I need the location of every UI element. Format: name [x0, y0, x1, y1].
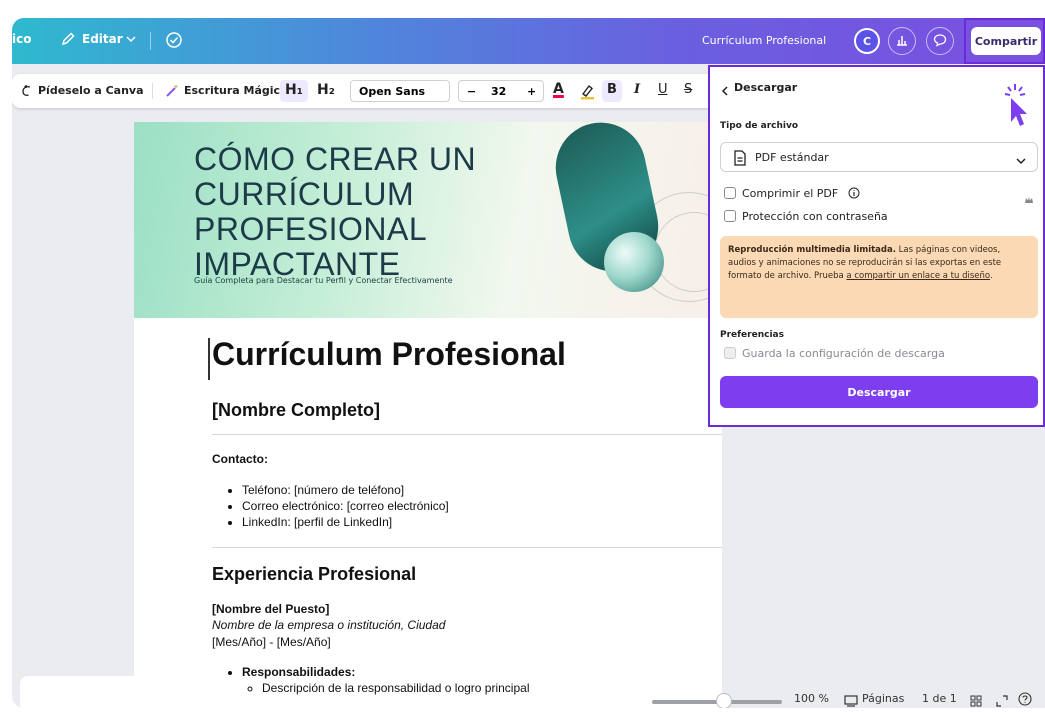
pages-icon	[844, 692, 858, 708]
experience-heading[interactable]: Experiencia Profesional	[212, 564, 416, 585]
underline-button[interactable]: U	[658, 82, 668, 97]
avatar[interactable]: C	[854, 28, 880, 54]
document-page[interactable]: CÓMO CREAR UN CURRÍCULUM PROFESIONAL IMP…	[134, 122, 722, 708]
click-cursor-icon	[1000, 82, 1030, 134]
chevron-down-icon[interactable]	[125, 31, 137, 51]
text-color-button[interactable]: A	[553, 81, 564, 97]
document-title[interactable]: Currículum Profesional	[702, 34, 826, 47]
magic-write-button[interactable]: Escritura Mágica	[184, 84, 288, 97]
grid-view-icon[interactable]	[970, 692, 982, 708]
list-item[interactable]: LinkedIn: [perfil de LinkedIn]	[242, 514, 449, 530]
divider	[150, 32, 151, 50]
share-button[interactable]: Compartir	[971, 27, 1041, 55]
job-title[interactable]: [Nombre del Puesto]	[212, 602, 329, 616]
font-select[interactable]: Open Sans	[350, 80, 450, 102]
header-banner: CÓMO CREAR UN CURRÍCULUM PROFESIONAL IMP…	[134, 122, 722, 318]
list-item[interactable]: Correo electrónico: [correo electrónico]	[242, 498, 449, 514]
decrease-size-button[interactable]: −	[467, 85, 476, 98]
password-checkbox[interactable]	[724, 210, 736, 222]
divider	[212, 434, 722, 435]
text-toolbar: Pídeselo a Canva Escritura Mágica H₁ H₂ …	[12, 74, 722, 108]
pages-button[interactable]: Páginas	[862, 692, 904, 705]
chevron-left-icon[interactable]	[720, 82, 730, 101]
save-settings-checkbox	[724, 347, 736, 359]
banner-subtitle[interactable]: Guía Completa para Destacar tu Perfil y …	[194, 276, 454, 286]
heading-1-button[interactable]: H₁	[280, 80, 308, 102]
canva-assistant-icon	[20, 83, 34, 102]
heading-2-button[interactable]: H₂	[312, 80, 340, 102]
download-panel: Descargar Tipo de archivo PDF estándar C…	[708, 65, 1045, 427]
responsibilities-list: Responsabilidades: Descripción de la res…	[230, 664, 530, 696]
font-size-value[interactable]: 32	[491, 85, 506, 98]
font-size-stepper[interactable]: − 32 +	[458, 80, 544, 102]
file-type-select[interactable]: PDF estándar	[720, 142, 1038, 172]
document-icon	[733, 150, 747, 170]
screen: ico Editar Currículum Profesional C Comp…	[0, 0, 1045, 718]
divider	[212, 547, 722, 548]
panel-title[interactable]: Descargar	[734, 81, 797, 94]
preferences-label: Preferencias	[720, 330, 784, 340]
pencil-icon	[60, 31, 76, 51]
comments-button[interactable]	[926, 27, 954, 55]
zoom-level[interactable]: 100 %	[794, 692, 829, 705]
page-counter: 1 de 1	[922, 692, 957, 705]
fullscreen-icon[interactable]	[996, 692, 1008, 708]
password-option[interactable]: Protección con contraseña	[724, 210, 888, 223]
banner-title[interactable]: CÓMO CREAR UN CURRÍCULUM PROFESIONAL IMP…	[194, 142, 614, 282]
file-type-value: PDF estándar	[755, 151, 829, 164]
compress-label: Comprimir el PDF	[742, 187, 839, 200]
zoom-slider-handle[interactable]	[716, 693, 732, 708]
increase-size-button[interactable]: +	[527, 85, 536, 98]
file-type-label: Tipo de archivo	[720, 121, 799, 131]
crown-icon	[1024, 190, 1034, 209]
italic-button[interactable]: I	[634, 82, 640, 97]
highlighter-icon[interactable]	[578, 82, 596, 104]
chart-icon	[895, 32, 909, 51]
bold-button[interactable]: B	[602, 80, 622, 102]
ask-canva-button[interactable]: Pídeselo a Canva	[38, 84, 144, 97]
download-button[interactable]: Descargar	[720, 376, 1038, 408]
help-icon[interactable]	[1018, 691, 1032, 708]
password-label: Protección con contraseña	[742, 210, 888, 223]
cloud-check-icon[interactable]	[164, 31, 184, 53]
insights-button[interactable]	[888, 27, 916, 55]
divider	[152, 83, 153, 99]
compress-pdf-option[interactable]: Comprimir el PDF	[724, 187, 860, 202]
comment-icon	[933, 32, 947, 51]
editor-window: ico Editar Currículum Profesional C Comp…	[12, 18, 1045, 708]
notes-panel	[20, 676, 216, 708]
warning-title: Reproducción multimedia limitada.	[728, 245, 896, 255]
share-link[interactable]: a compartir un enlace a tu diseño	[846, 271, 990, 281]
document-heading[interactable]: Currículum Profesional	[212, 336, 566, 373]
strikethrough-button[interactable]: S	[684, 82, 692, 97]
save-settings-option: Guarda la configuración de descarga	[724, 347, 945, 360]
warning-end: .	[989, 271, 993, 281]
media-warning: Reproducción multimedia limitada. Las pá…	[720, 236, 1038, 318]
save-settings-label: Guarda la configuración de descarga	[742, 347, 945, 360]
top-bar: ico Editar Currículum Profesional C Comp…	[12, 18, 1045, 64]
name-placeholder[interactable]: [Nombre Completo]	[212, 400, 380, 421]
text-caret	[208, 338, 210, 380]
info-icon[interactable]	[848, 187, 860, 202]
dates-line[interactable]: [Mes/Año] - [Mes/Año]	[212, 635, 331, 649]
chevron-down-icon	[1015, 152, 1027, 171]
contact-label[interactable]: Contacto:	[212, 452, 268, 466]
compress-checkbox[interactable]	[724, 187, 736, 199]
file-menu-partial[interactable]: ico	[12, 32, 31, 46]
list-item[interactable]: Teléfono: [número de teléfono]	[242, 482, 449, 498]
magic-wand-icon	[164, 83, 180, 103]
list-item[interactable]: Responsabilidades:	[242, 664, 530, 680]
contact-list: Teléfono: [número de teléfono] Correo el…	[230, 482, 449, 530]
company-line[interactable]: Nombre de la empresa o institución, Ciud…	[212, 618, 445, 632]
edit-menu-label[interactable]: Editar	[82, 32, 123, 46]
